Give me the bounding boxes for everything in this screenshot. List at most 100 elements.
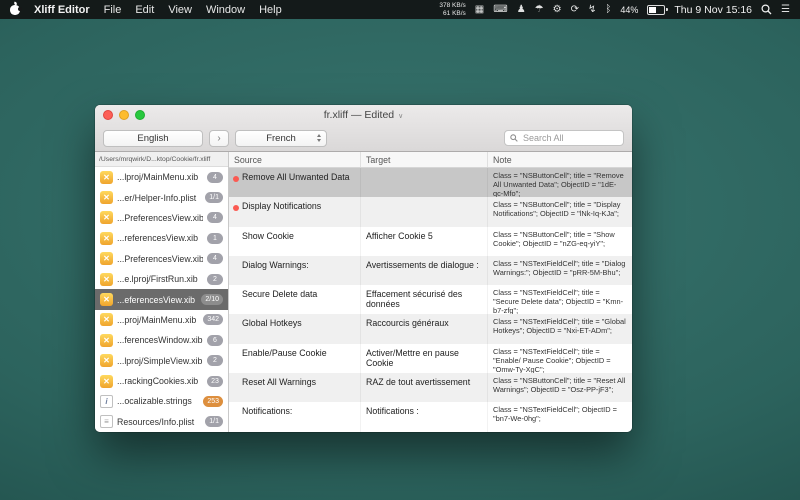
sidebar-file-item[interactable]: ✕...PreferencesView.xib4 [95, 208, 228, 228]
warn-file-icon: ✕ [100, 354, 113, 367]
plist-file-icon: ≡ [100, 415, 113, 428]
menu-edit[interactable]: Edit [135, 4, 154, 16]
warn-file-icon: ✕ [100, 293, 113, 306]
table-row[interactable]: Secure Delete dataEffacement sécurisé de… [229, 285, 632, 314]
search-field[interactable] [504, 130, 624, 146]
menu-window[interactable]: Window [206, 4, 245, 16]
file-name: Resources/Info.plist [117, 417, 201, 427]
note-cell: Class = "NSTextFieldCell"; ObjectID = "b… [487, 402, 632, 431]
target-cell: Afficher Cookie 5 [360, 227, 487, 256]
minimize-button[interactable] [119, 110, 129, 120]
table-row[interactable]: Remove All Unwanted DataClass = "NSButto… [229, 168, 632, 197]
sidebar-file-item[interactable]: i...ocalizable.strings253 [95, 391, 228, 411]
menu-view[interactable]: View [168, 4, 192, 16]
target-language-popup[interactable]: French [235, 130, 327, 147]
table-row[interactable]: Show CookieAfficher Cookie 5Class = "NSB… [229, 227, 632, 256]
bandwidth-graph-icon[interactable]: ▦ [475, 0, 484, 19]
source-language-button[interactable]: English [103, 130, 203, 147]
badge-count: 4 [207, 253, 223, 264]
window-titlebar[interactable]: fr.xliff — Edited ∨ [95, 105, 632, 125]
bolt-icon[interactable]: ↯ [588, 0, 596, 19]
file-name: ...proj/MainMenu.xib [117, 315, 199, 325]
file-name: ...rackingCookies.xib [117, 376, 203, 386]
note-cell: Class = "NSButtonCell"; title = "Display… [487, 197, 632, 226]
target-cell: RAZ de tout avertissement [360, 373, 487, 402]
file-name: ...lproj/MainMenu.xib [117, 172, 203, 182]
sidebar-file-item[interactable]: ✕...eferencesView.xib2/10 [95, 289, 228, 309]
app-menu-title[interactable]: Xliff Editor [34, 4, 90, 16]
time-machine-icon[interactable]: ⟳ [571, 0, 579, 19]
sidebar-file-item[interactable]: ✕ ...lproj/SimpleView.xib 2 [95, 351, 228, 371]
file-name: ...er/Helper-Info.plist [117, 193, 201, 203]
badge-count: 2 [207, 355, 223, 366]
menu-file[interactable]: File [104, 4, 122, 16]
table-row[interactable]: Dialog Warnings:Avertissements de dialog… [229, 256, 632, 285]
source-cell: Display Notifications [229, 197, 360, 226]
menu-help[interactable]: Help [259, 4, 282, 16]
table-row[interactable]: Global HotkeysRaccourcis générauxClass =… [229, 314, 632, 343]
zoom-button[interactable] [135, 110, 145, 120]
menu-bar: Xliff Editor File Edit View Window Help … [0, 0, 800, 19]
spotlight-icon[interactable] [761, 4, 772, 15]
sidebar-file-item[interactable]: ✕...referencesView.xib1 [95, 228, 228, 248]
file-name: ...lproj/SimpleView.xib [117, 356, 203, 366]
sidebar-file-item[interactable]: ✕...rackingCookies.xib23 [95, 371, 228, 391]
target-cell: Avertissements de dialogue : [360, 256, 487, 285]
sidebar-file-item[interactable]: ✕...proj/MainMenu.xib342 [95, 310, 228, 330]
warn-file-icon: ✕ [100, 171, 113, 184]
file-name: ...e.lproj/FirstRun.xib [117, 274, 203, 284]
source-cell: Remove All Unwanted Data [229, 168, 360, 197]
title-chevron-icon[interactable]: ∨ [398, 112, 403, 120]
table-row[interactable]: Reset All WarningsRAZ de tout avertissem… [229, 373, 632, 402]
badge-count: 6 [207, 335, 223, 346]
search-icon [510, 134, 518, 142]
apple-menu-icon[interactable] [10, 5, 20, 15]
sidebar-file-item[interactable]: ✕...lproj/MainMenu.xib4 [95, 167, 228, 187]
sidebar-file-item[interactable]: ✕...PreferencesView.xib4 [95, 249, 228, 269]
table-row[interactable]: Enable/Pause CookieActiver/Mettre en pau… [229, 344, 632, 373]
bluetooth-icon[interactable]: ᛒ [605, 0, 611, 19]
window-toolbar: English › French [95, 125, 632, 151]
badge-count: 1/1 [205, 416, 223, 427]
warn-file-icon: ✕ [100, 211, 113, 224]
table-row[interactable]: Notifications:Notifications :Class = "NS… [229, 402, 632, 431]
table-row[interactable]: Display Notifications Class = "NSButtonCe… [229, 197, 632, 226]
window-header: fr.xliff — Edited ∨ English › French [95, 105, 632, 152]
file-name: ...eferencesView.xib [117, 295, 197, 305]
file-sidebar: /Users/mrqwirk/D...ktop/Cookie/fr.xliff … [95, 152, 229, 432]
sidebar-file-item[interactable]: ✕...ferencesWindow.xib6 [95, 330, 228, 350]
menu-clock[interactable]: Thu 9 Nov 15:16 [674, 4, 752, 16]
close-button[interactable] [103, 110, 113, 120]
network-down-speed: 61 KB/s [443, 10, 466, 18]
keyboard-icon[interactable]: ⌨ [493, 0, 507, 19]
column-header-target[interactable]: Target [360, 152, 487, 167]
network-speed-indicator[interactable]: 378 KB/s 61 KB/s [439, 2, 465, 17]
note-cell: Class = "NSButtonCell"; title = "Reset A… [487, 373, 632, 402]
source-cell: Notifications: [229, 402, 360, 431]
sidebar-file-item[interactable]: ✕...e.lproj/FirstRun.xib2 [95, 269, 228, 289]
target-language-value: French [266, 133, 296, 144]
warn-file-icon: ✕ [100, 191, 113, 204]
badge-count: 253 [203, 396, 223, 407]
column-header-note[interactable]: Note [487, 152, 632, 167]
note-cell: Class = "NSButtonCell"; title = "Show Co… [487, 227, 632, 256]
sidebar-file-list: ✕ ...lproj/MainMenu.xib 4 ✕ ...er/Helper-Inf… [95, 167, 228, 432]
sidebar-file-item[interactable]: ✕...er/Helper-Info.plist1/1 [95, 187, 228, 207]
user-icon[interactable]: ♟ [517, 0, 526, 19]
sidebar-file-item[interactable]: ≡ Resources/Info.plist 1/1 [95, 412, 228, 432]
search-input[interactable] [521, 132, 618, 144]
network-up-speed: 378 KB/s [439, 2, 465, 10]
note-cell: Class = "NSTextFieldCell"; title = "Dial… [487, 256, 632, 285]
traffic-lights [103, 105, 145, 125]
notification-center-icon[interactable]: ☰ [781, 0, 790, 19]
next-language-button[interactable]: › [209, 130, 229, 147]
status-icons: ▦ ⌨ ♟ ☂ ⚙ ⟳ ↯ ᛒ [475, 0, 612, 19]
strings-file-icon: i [100, 395, 113, 408]
column-header-source[interactable]: Source [229, 152, 360, 167]
umbrella-icon[interactable]: ☂ [535, 0, 544, 19]
file-name: ...PreferencesView.xib [117, 213, 203, 223]
gear-icon[interactable]: ⚙ [553, 0, 562, 19]
warn-file-icon: ✕ [100, 313, 113, 326]
target-cell: Raccourcis généraux [360, 314, 487, 343]
battery-icon[interactable] [647, 5, 665, 15]
